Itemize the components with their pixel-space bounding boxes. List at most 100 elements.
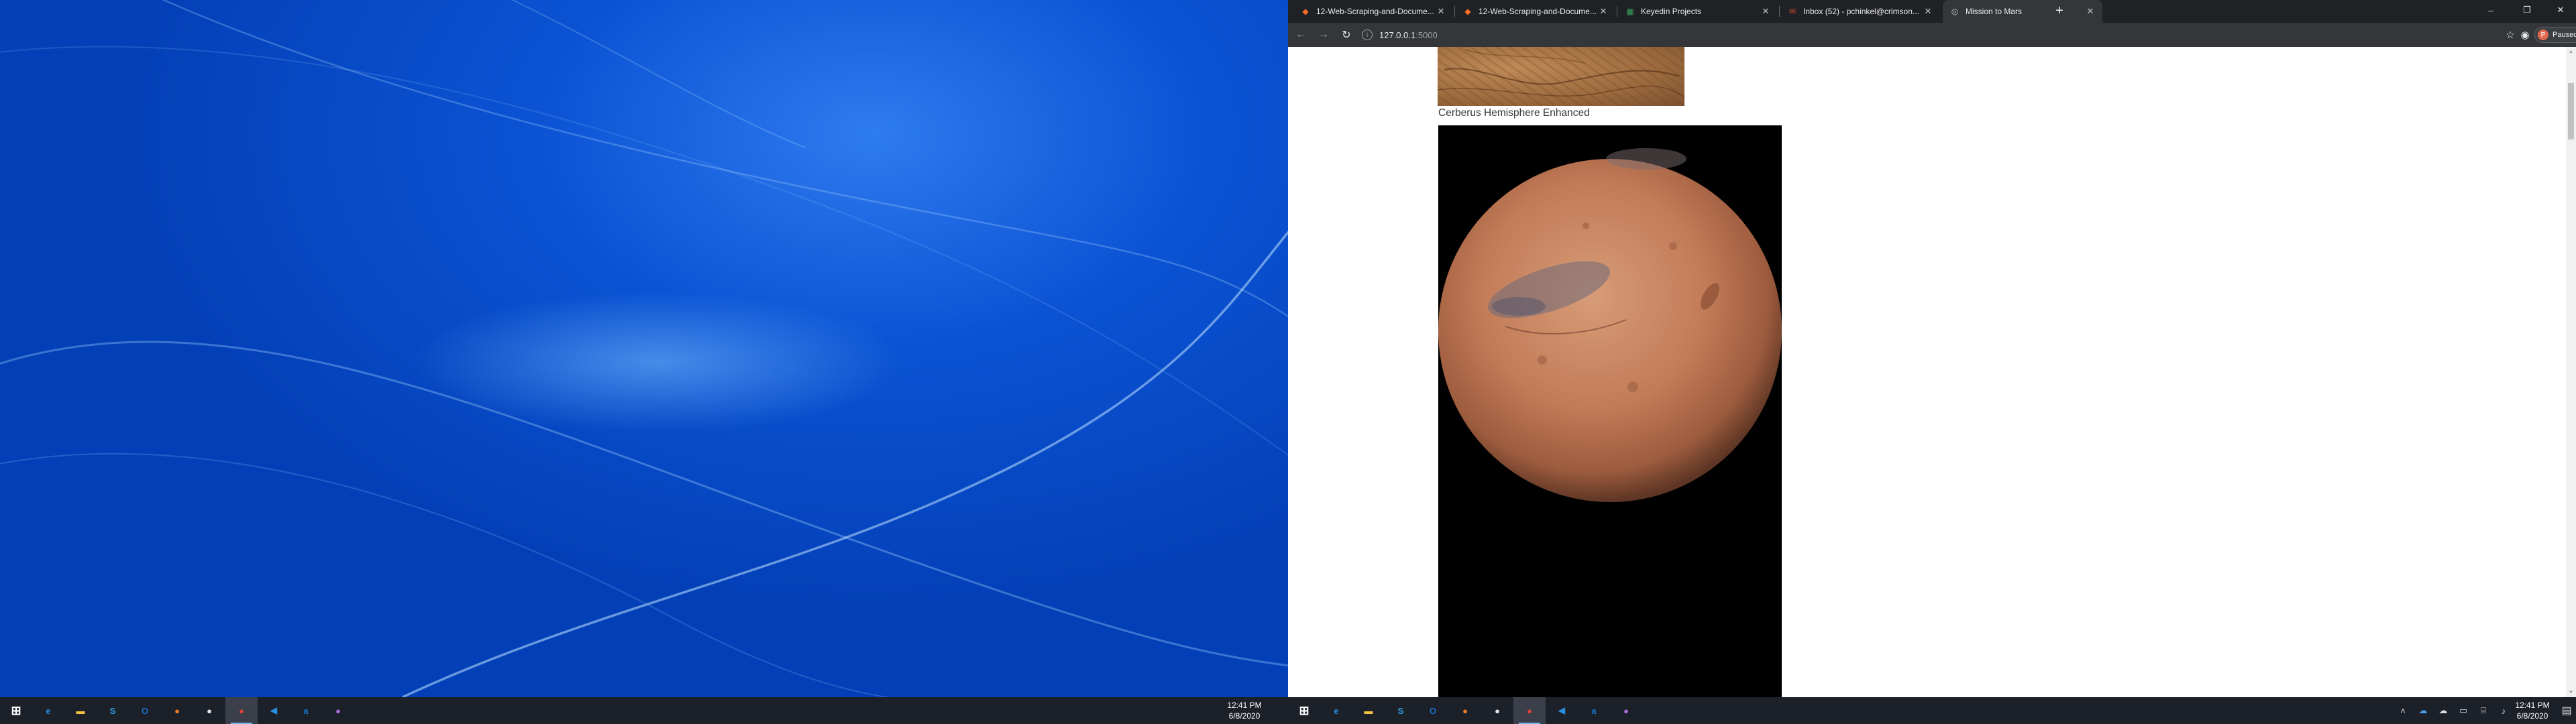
chrome-icon-glyph: ● (239, 705, 244, 716)
right-taskbar: ⊞ e ▬ S O ● ● ● ◀ a ● ˄ ☁ ☁ ▭ ⌸ ♪ 12:41 PM 6/8/202… (1288, 697, 2576, 724)
tab-label: Keyedin Projects (1641, 7, 1702, 16)
start-button[interactable]: ⊞ (0, 697, 32, 724)
mars-globe (1438, 148, 1782, 502)
left-clock-date: 6/8/2020 (1228, 711, 1260, 721)
page-viewport[interactable]: Cerberus Hemisphere Enhanced (1288, 47, 2566, 697)
notification-icon[interactable]: ▤ (2561, 705, 2572, 717)
browser-tab[interactable]: ▦ Keyedin Projects ✕ (1618, 0, 1778, 23)
firefox-icon-glyph: ● (1462, 705, 1468, 716)
network-icon[interactable]: ⌸ (2478, 705, 2489, 716)
vscode-icon[interactable]: ◀ (1546, 697, 1578, 724)
chrome-icon[interactable]: ● (225, 697, 258, 724)
vscode-icon-glyph: ◀ (1558, 705, 1565, 715)
start-button-glyph: ⊞ (11, 703, 21, 717)
vscode-icon[interactable]: ◀ (258, 697, 290, 724)
new-tab-button[interactable]: + (2050, 3, 2069, 20)
edge-icon-glyph: e (1334, 705, 1339, 716)
edge-icon[interactable]: e (1320, 697, 1352, 724)
firefox-icon[interactable]: ● (161, 697, 193, 724)
file-explorer-icon[interactable]: ▬ (64, 697, 97, 724)
edge-icon[interactable]: e (32, 697, 64, 724)
firefox-icon-glyph: ● (174, 705, 180, 716)
github-desktop-icon[interactable]: ● (193, 697, 225, 724)
file-explorer-icon[interactable]: ▬ (1352, 697, 1385, 724)
onedrive-icon[interactable]: ☁ (2418, 705, 2428, 716)
outlook-icon-glyph: O (141, 705, 149, 716)
amazon-icon-glyph: a (1591, 705, 1597, 716)
amazon-icon-glyph: a (303, 705, 309, 716)
cloud-icon[interactable]: ☁ (2438, 705, 2449, 716)
tab-label: Inbox (52) - pchinkel@crimson... (1803, 7, 1919, 16)
profile-status: Paused (2553, 31, 2576, 39)
left-clock-time: 12:41 PM (1227, 701, 1262, 710)
restore-button[interactable]: ❐ (2512, 0, 2542, 20)
left-taskbar-clock[interactable]: 12:41 PM 6/8/2020 (1214, 697, 1275, 724)
wallpaper-light-streaks (0, 0, 1288, 697)
site-info-icon[interactable]: i (1362, 29, 1373, 40)
right-clock-time: 12:41 PM (2515, 701, 2550, 710)
right-taskbar-clock[interactable]: 12:41 PM 6/8/2020 (2502, 697, 2563, 724)
skype-icon-glyph: S (109, 705, 116, 716)
github-desktop-icon-glyph: ● (207, 705, 212, 716)
browser-tab[interactable]: ◎ Mission to Mars ✕ (1943, 0, 2102, 23)
close-window-button[interactable]: ✕ (2545, 0, 2576, 20)
tab-close-icon[interactable]: ✕ (1760, 6, 1771, 17)
github-desktop-icon[interactable]: ● (1481, 697, 1513, 724)
browser-tab[interactable]: ◆ 12-Web-Scraping-and-Docume... ✕ (1456, 0, 1615, 23)
scroll-up-arrow-icon[interactable]: ▲ (2566, 47, 2576, 56)
scroll-thumb[interactable] (2568, 83, 2574, 139)
amazon-icon[interactable]: a (290, 697, 322, 724)
browser-toolbar: ← → ↻ i 127.0.0.1:5000 (1288, 23, 2576, 47)
right-taskbar-apps: ⊞ e ▬ S O ● ● ● ◀ a ● (1288, 697, 1642, 724)
address-bar[interactable]: i 127.0.0.1:5000 (1354, 25, 2487, 44)
skype-icon[interactable]: S (1385, 697, 1417, 724)
skype-icon[interactable]: S (97, 697, 129, 724)
forward-button[interactable]: → (1313, 25, 1334, 45)
desktop-screen: ⊞ e ▬ S O ● ● ● ◀ a ● 12:41 PM 6/8/2020 ◆ 12-Web-Sc… (0, 0, 2576, 724)
outlook-icon[interactable]: O (129, 697, 161, 724)
zoom-icon-glyph: ● (335, 705, 341, 716)
chevron-up-icon[interactable]: ˄ (2398, 705, 2408, 716)
right-clock-date: 6/8/2020 (2516, 711, 2548, 721)
outlook-icon[interactable]: O (1417, 697, 1449, 724)
profile-avatar: P (2538, 29, 2548, 40)
url-port: :5000 (1415, 29, 1438, 40)
left-taskbar-apps: ⊞ e ▬ S O ● ● ● ◀ a ● (0, 697, 354, 724)
tab-label: 12-Web-Scraping-and-Docume... (1479, 7, 1597, 16)
battery-icon[interactable]: ▭ (2458, 705, 2469, 716)
start-button-glyph: ⊞ (1299, 703, 1309, 717)
firefox-icon[interactable]: ● (1449, 697, 1481, 724)
tab-separator (1779, 6, 1780, 17)
back-button[interactable]: ← (1291, 25, 1311, 45)
browser-tab[interactable]: ◆ 12-Web-Scraping-and-Docume... ✕ (1293, 0, 1453, 23)
chrome-icon-glyph: ● (1527, 705, 1532, 716)
hemisphere-image-previous[interactable] (1438, 47, 1684, 106)
edge-icon-glyph: e (46, 705, 51, 716)
file-explorer-icon-glyph: ▬ (76, 705, 85, 716)
vertical-scrollbar[interactable]: ▲ ▼ (2566, 47, 2576, 697)
tab-close-icon[interactable]: ✕ (1436, 6, 1446, 17)
tab-label: 12-Web-Scraping-and-Docume... (1316, 7, 1434, 16)
scroll-down-arrow-icon[interactable]: ▼ (2566, 688, 2576, 697)
tab-close-icon[interactable]: ✕ (1598, 6, 1609, 17)
cerberus-hemisphere-image[interactable] (1438, 125, 1782, 697)
tab-separator (1454, 6, 1455, 17)
profile-button[interactable]: P Paused (2534, 27, 2576, 43)
extension-icon[interactable]: ◉ (2516, 25, 2534, 44)
desktop-wallpaper (0, 0, 1288, 697)
gitlab-icon: ◆ (1464, 7, 1471, 16)
amazon-icon[interactable]: a (1578, 697, 1610, 724)
url-host: 127.0.0.1 (1379, 29, 1416, 40)
start-button[interactable]: ⊞ (1288, 697, 1320, 724)
browser-tab[interactable]: ✉ Inbox (52) - pchinkel@crimson... ✕ (1780, 0, 1940, 23)
outlook-icon-glyph: O (1429, 705, 1437, 716)
tab-close-icon[interactable]: ✕ (2085, 6, 2096, 17)
zoom-icon[interactable]: ● (1610, 697, 1642, 724)
chrome-icon[interactable]: ● (1513, 697, 1546, 724)
minimize-button[interactable]: – (2475, 0, 2506, 20)
chrome-browser-window: ◆ 12-Web-Scraping-and-Docume... ✕ ◆ 12-Web-S… (1288, 0, 2576, 697)
gitlab-icon: ◆ (1302, 7, 1309, 16)
zoom-icon[interactable]: ● (322, 697, 354, 724)
tab-close-icon[interactable]: ✕ (1923, 6, 1933, 17)
system-tray: ˄ ☁ ☁ ▭ ⌸ ♪ (2398, 697, 2509, 724)
